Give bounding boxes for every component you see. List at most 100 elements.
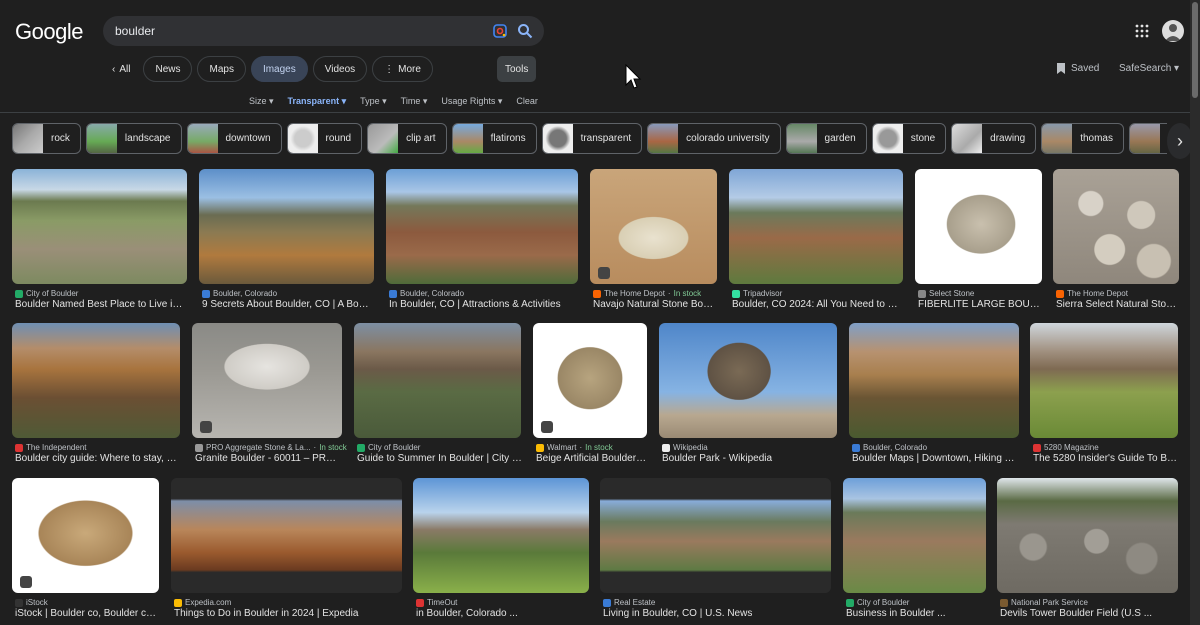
result-source: Tripadvisor <box>732 289 782 298</box>
image-result[interactable]: 5280 Magazine The 5280 Insider's Guide T… <box>1030 323 1179 468</box>
result-title[interactable]: Sierra Select Natural Stone ... <box>1056 299 1180 310</box>
tab-all[interactable]: ‹ All <box>104 56 138 82</box>
result-title[interactable]: Boulder Named Best Place to Live in ... <box>15 299 187 310</box>
image-result[interactable]: PRO Aggregate Stone & La... · In stock G… <box>192 323 347 468</box>
tab-images[interactable]: Images <box>250 56 308 82</box>
result-title[interactable]: Business in Boulder ... <box>846 608 987 619</box>
search-box[interactable]: boulder <box>103 16 544 46</box>
chip-transparent[interactable]: transparent <box>541 123 643 154</box>
page-scrollbar[interactable] <box>1190 0 1200 625</box>
result-title[interactable]: Boulder Park - Wikipedia <box>662 453 838 464</box>
result-title[interactable]: Navajo Natural Stone Bould... <box>593 299 717 310</box>
result-thumbnail[interactable] <box>199 169 374 284</box>
result-thumbnail[interactable] <box>386 169 578 284</box>
chip-round[interactable]: round <box>286 123 363 154</box>
result-thumbnail[interactable] <box>600 478 831 593</box>
result-thumbnail[interactable] <box>915 169 1042 284</box>
image-result[interactable]: Boulder, Colorado In Boulder, CO | Attra… <box>386 169 578 314</box>
image-result[interactable]: Select Stone FIBERLITE LARGE BOULDER... <box>915 169 1042 314</box>
result-thumbnail[interactable] <box>12 478 159 593</box>
image-result[interactable]: The Independent Boulder city guide: Wher… <box>12 323 181 468</box>
result-thumbnail[interactable] <box>729 169 903 284</box>
chip-colorado-university[interactable]: colorado university <box>647 123 781 154</box>
result-thumbnail[interactable] <box>413 478 589 593</box>
tab-videos[interactable]: Videos <box>312 56 368 82</box>
image-result[interactable]: City of Boulder Boulder Named Best Place… <box>12 169 187 314</box>
filter-type[interactable]: Type ▾ <box>360 96 387 107</box>
image-result[interactable]: TimeOut in Boulder, Colorado ... <box>413 478 589 623</box>
image-result[interactable]: Boulder, Colorado Boulder Maps | Downtow… <box>849 323 1020 468</box>
chip-stone[interactable]: stone <box>871 123 947 154</box>
result-thumbnail[interactable] <box>171 478 402 593</box>
image-result[interactable]: The Home Depot · In stock Navajo Natural… <box>590 169 717 314</box>
tab-news[interactable]: News <box>143 56 193 82</box>
filter-clear[interactable]: Clear <box>516 96 538 107</box>
filter-usage-rights[interactable]: Usage Rights ▾ <box>441 96 502 107</box>
image-result[interactable]: Wikipedia Boulder Park - Wikipedia <box>659 323 837 468</box>
image-result[interactable]: City of Boulder Business in Boulder ... <box>843 478 986 623</box>
image-result[interactable]: iStock iStock | Boulder co, Boulder colo… <box>12 478 160 623</box>
result-title[interactable]: Granite Boulder - 60011 – PRO Ag... <box>195 453 343 464</box>
image-result[interactable]: National Park Service Devils Tower Bould… <box>997 478 1178 623</box>
result-title[interactable]: Boulder city guide: Where to stay, eat .… <box>15 453 181 464</box>
result-title[interactable]: FIBERLITE LARGE BOULDER... <box>918 299 1042 310</box>
result-source: Boulder, Colorado <box>852 443 927 452</box>
filter-size[interactable]: Size ▾ <box>249 96 274 107</box>
result-title[interactable]: Guide to Summer In Boulder | City of ... <box>357 453 522 464</box>
chip-thomas[interactable]: thomas <box>1041 123 1124 154</box>
chip-landscape[interactable]: landscape <box>85 123 182 154</box>
safesearch-menu[interactable]: SafeSearch ▾ <box>1119 63 1179 74</box>
result-title[interactable]: iStock | Boulder co, Boulder colo... <box>15 608 160 619</box>
chip-clip-art[interactable]: clip art <box>367 123 447 154</box>
filter-transparent[interactable]: Transparent ▾ <box>288 96 347 107</box>
search-input[interactable]: boulder <box>115 24 155 38</box>
image-result[interactable]: City of Boulder Guide to Summer In Bould… <box>354 323 522 468</box>
more-vert-icon: ⋮ <box>384 63 395 75</box>
account-avatar[interactable] <box>1162 20 1184 42</box>
image-result[interactable]: Boulder, Colorado 9 Secrets About Boulde… <box>199 169 374 314</box>
result-title[interactable]: Beige Artificial Boulder F... <box>536 453 648 464</box>
image-result[interactable]: The Home Depot Sierra Select Natural Sto… <box>1053 169 1180 314</box>
result-thumbnail[interactable] <box>843 478 986 593</box>
result-thumbnail[interactable] <box>997 478 1178 593</box>
result-thumbnail[interactable] <box>12 323 180 438</box>
google-logo[interactable]: Google <box>15 19 83 45</box>
result-title[interactable]: Boulder, CO 2024: All You Need to Kno... <box>732 299 904 310</box>
result-thumbnail[interactable] <box>12 169 187 284</box>
result-title[interactable]: 9 Secrets About Boulder, CO | A Boulder.… <box>202 299 374 310</box>
search-icon[interactable] <box>517 23 533 39</box>
result-thumbnail[interactable] <box>192 323 342 438</box>
tools-button[interactable]: Tools <box>497 56 537 82</box>
chip-drawing[interactable]: drawing <box>951 123 1037 154</box>
result-thumbnail[interactable] <box>849 323 1019 438</box>
result-title[interactable]: Devils Tower Boulder Field (U.S ... <box>1000 608 1179 619</box>
chip-flatirons[interactable]: flatirons <box>451 123 537 154</box>
result-title[interactable]: in Boulder, Colorado ... <box>416 608 590 619</box>
google-lens-icon[interactable] <box>492 23 508 39</box>
result-thumbnail[interactable] <box>1030 323 1178 438</box>
tab-label: Videos <box>324 63 356 75</box>
image-result[interactable]: Expedia.com Things to Do in Boulder in 2… <box>171 478 402 623</box>
chip-rock[interactable]: rock <box>12 123 81 154</box>
result-thumbnail[interactable] <box>590 169 717 284</box>
chip-garden[interactable]: garden <box>785 123 867 154</box>
result-thumbnail[interactable] <box>1053 169 1179 284</box>
image-result[interactable]: Walmart · In stock Beige Artificial Boul… <box>533 323 648 468</box>
result-title[interactable]: Things to Do in Boulder in 2024 | Expedi… <box>174 608 403 619</box>
scrollbar-thumb[interactable] <box>1192 2 1198 98</box>
result-title[interactable]: Boulder Maps | Downtown, Hiking Trai... <box>852 453 1020 464</box>
result-title[interactable]: In Boulder, CO | Attractions & Activitie… <box>389 299 579 310</box>
filter-time[interactable]: Time ▾ <box>401 96 428 107</box>
result-thumbnail[interactable] <box>659 323 837 438</box>
tab-more[interactable]: ⋮ More <box>372 56 433 82</box>
result-thumbnail[interactable] <box>354 323 521 438</box>
image-result[interactable]: Tripadvisor Boulder, CO 2024: All You Ne… <box>729 169 904 314</box>
image-result[interactable]: Real Estate Living in Boulder, CO | U.S.… <box>600 478 831 623</box>
chip-downtown[interactable]: downtown <box>186 123 282 154</box>
chip-mountain[interactable]: mountain <box>1128 123 1167 154</box>
saved-link[interactable]: Saved <box>1056 63 1099 74</box>
result-title[interactable]: The 5280 Insider's Guide To Boul... <box>1033 453 1179 464</box>
apps-grid-icon[interactable] <box>1135 24 1149 38</box>
tab-maps[interactable]: Maps <box>197 56 246 82</box>
result-title[interactable]: Living in Boulder, CO | U.S. News <box>603 608 832 619</box>
